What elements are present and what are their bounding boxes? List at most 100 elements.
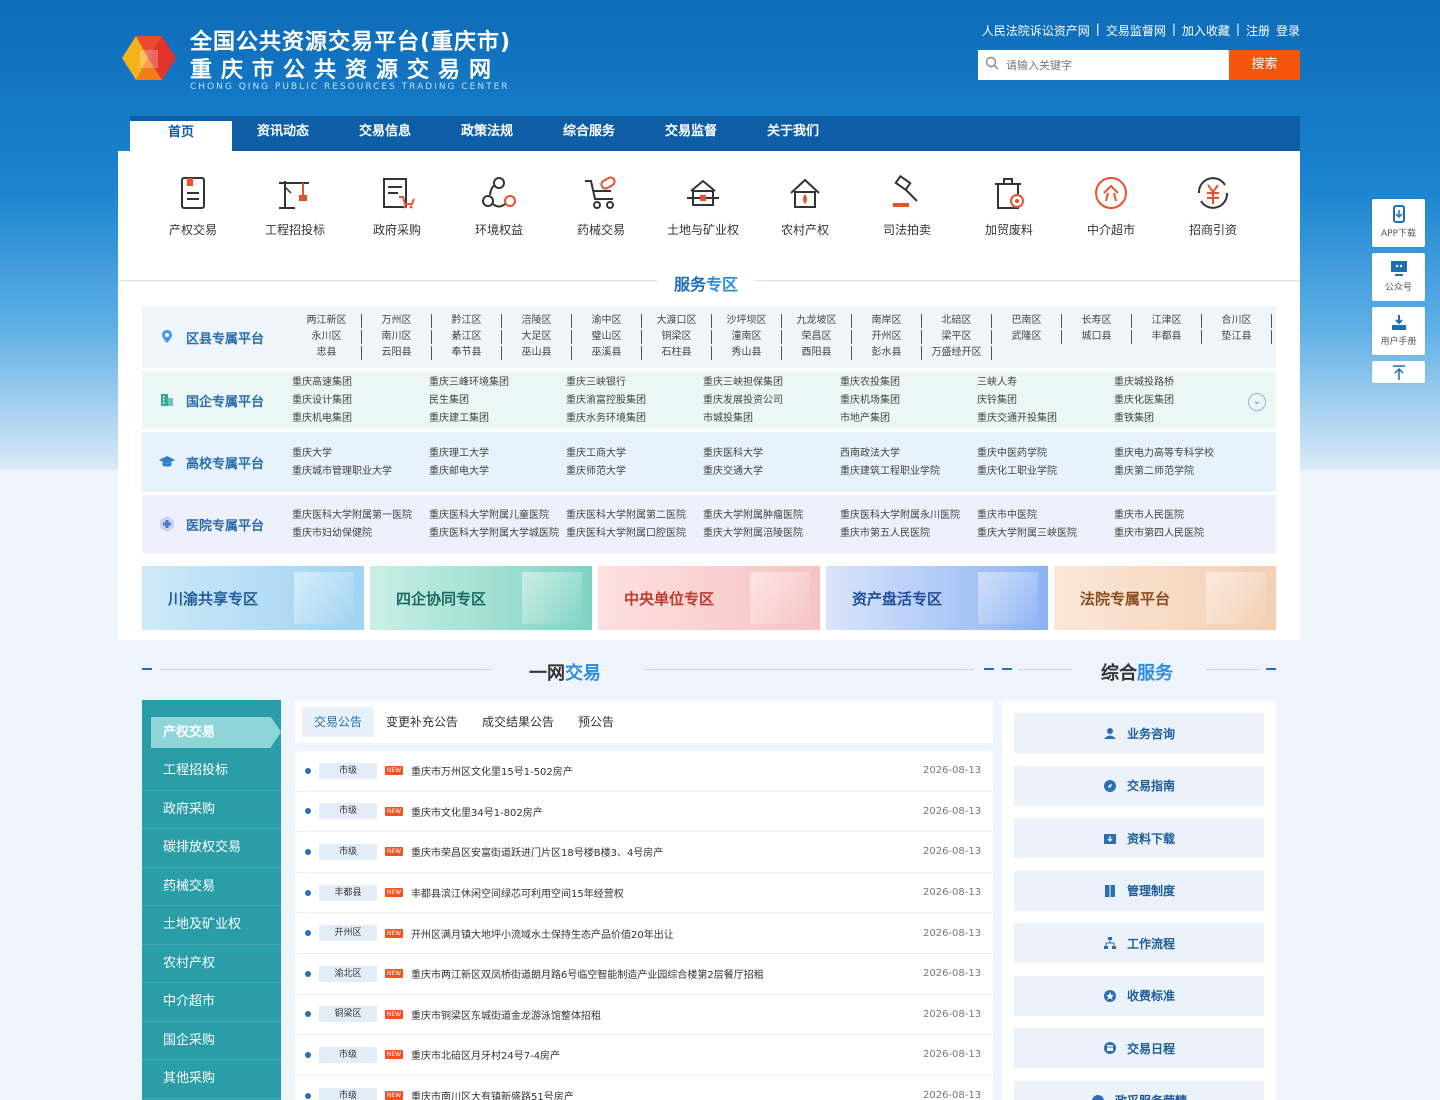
district-link[interactable]: 合川区	[1202, 314, 1272, 328]
nav-item[interactable]: 资讯动态	[232, 116, 334, 151]
trade-menu-item[interactable]: 其他采购	[142, 1060, 281, 1099]
soe-platform-title[interactable]: 国企专属平台	[142, 391, 292, 410]
notice-tab[interactable]: 交易公告	[302, 707, 375, 737]
hospital-link[interactable]: 重庆医科大学附属大学城医院	[429, 526, 566, 541]
soe-link[interactable]: 庆铃集团	[977, 393, 1114, 408]
district-link[interactable]: 忠县	[292, 346, 362, 360]
soe-link[interactable]: 重庆建工集团	[429, 411, 566, 426]
district-link[interactable]: 万州区	[362, 314, 432, 328]
district-link[interactable]: 酉阳县	[782, 346, 852, 360]
trade-menu-item[interactable]: 碳排放权交易	[142, 829, 281, 868]
chevron-down-icon[interactable]: ⌄	[1248, 393, 1266, 411]
notice-row[interactable]: 市级 NEW 重庆市文化里34号1-802房产 2026-08-13	[295, 792, 993, 833]
hospital-link[interactable]: 重庆大学附属涪陵医院	[703, 526, 840, 541]
floating-back-to-top[interactable]	[1372, 361, 1425, 383]
hospital-link[interactable]: 重庆医科大学附属第二医院	[566, 508, 703, 523]
site-logo[interactable]: 全国公共资源交易平台(重庆市) 重庆市公共资源交易网 CHONG QING PU…	[118, 24, 518, 96]
district-link[interactable]: 南川区	[362, 330, 432, 344]
service-button-5[interactable]: 工作流程	[1014, 923, 1264, 963]
soe-link[interactable]: 重铁集团	[1114, 411, 1251, 426]
notice-tab[interactable]: 预公告	[566, 707, 626, 737]
soe-link[interactable]: 重庆农投集团	[840, 375, 977, 390]
trade-menu-item[interactable]: 药械交易	[142, 868, 281, 906]
hospital-link[interactable]: 重庆市人民医院	[1114, 508, 1251, 523]
hospital-link[interactable]: 重庆医科大学附属第一医院	[292, 508, 429, 523]
category-10[interactable]: 中介超市	[1060, 173, 1162, 238]
district-link[interactable]: 大足区	[502, 330, 572, 344]
district-link[interactable]: 九龙坡区	[782, 314, 852, 328]
nav-item[interactable]: 综合服务	[538, 116, 640, 151]
district-link[interactable]: 巫山县	[502, 346, 572, 360]
top-link[interactable]: 交易监督网	[1106, 22, 1166, 39]
hospital-link[interactable]: 重庆大学附属三峡医院	[977, 526, 1114, 541]
zone-banner-4[interactable]: 资产盘活专区	[826, 566, 1048, 630]
district-link[interactable]: 奉节县	[432, 346, 502, 360]
notice-title[interactable]: 重庆市文化里34号1-802房产	[411, 804, 923, 819]
district-link[interactable]: 璧山区	[572, 330, 642, 344]
category-11[interactable]: 招商引资	[1162, 173, 1264, 238]
service-button-2[interactable]: 交易指南	[1014, 765, 1264, 806]
top-link[interactable]: 人民法院诉讼资产网	[982, 22, 1090, 39]
university-link[interactable]: 重庆交通大学	[703, 464, 840, 479]
district-link[interactable]: 江津区	[1132, 314, 1202, 328]
soe-link[interactable]: 重庆高速集团	[292, 375, 429, 390]
district-link[interactable]: 垫江县	[1202, 330, 1272, 344]
university-link[interactable]: 重庆中医药学院	[977, 446, 1114, 461]
floating-phone[interactable]: APP下载	[1372, 199, 1425, 247]
soe-link[interactable]: 重庆水务环境集团	[566, 411, 703, 426]
notice-row[interactable]: 市级 NEW 重庆市万州区文化里15号1-502房产 2026-08-13	[295, 751, 993, 792]
soe-link[interactable]: 重庆交通开投集团	[977, 411, 1114, 426]
trade-menu-item[interactable]: 农村产权	[142, 945, 281, 983]
district-link[interactable]: 渝中区	[572, 314, 642, 328]
notice-title[interactable]: 重庆市南川区大有镇新盛路51号房产	[411, 1088, 923, 1100]
category-7[interactable]: 农村产权	[754, 173, 856, 238]
district-link[interactable]: 綦江区	[432, 330, 502, 344]
notice-title[interactable]: 重庆市荣昌区安富街道跃进门片区18号楼B楼3、4号房产	[411, 844, 923, 859]
university-link[interactable]: 重庆医科大学	[703, 446, 840, 461]
notice-title[interactable]: 丰都县滨江休闲空间绿芯可利用空间15年经营权	[411, 885, 923, 900]
nav-item[interactable]: 首页	[130, 121, 232, 151]
university-link[interactable]: 重庆师范大学	[566, 464, 703, 479]
soe-link[interactable]: 重庆发展投资公司	[703, 393, 840, 408]
soe-link[interactable]: 重庆城投路桥	[1114, 375, 1251, 390]
service-button-1[interactable]: 业务咨询	[1014, 713, 1264, 753]
search-input[interactable]	[1006, 51, 1229, 79]
soe-link[interactable]: 重庆三峰环境集团	[429, 375, 566, 390]
category-8[interactable]: 司法拍卖	[856, 173, 958, 238]
hospital-link[interactable]: 重庆市第四人民医院	[1114, 526, 1251, 541]
district-link[interactable]: 云阳县	[362, 346, 432, 360]
university-link[interactable]: 重庆理工大学	[429, 446, 566, 461]
soe-link[interactable]: 重庆机电集团	[292, 411, 429, 426]
category-6[interactable]: 土地与矿业权	[652, 173, 754, 238]
nav-item[interactable]: 政策法规	[436, 116, 538, 151]
category-1[interactable]: 产权交易	[142, 173, 244, 238]
university-link[interactable]: 重庆邮电大学	[429, 464, 566, 479]
hospital-platform-title[interactable]: 医院专属平台	[142, 515, 292, 534]
district-link[interactable]: 城口县	[1062, 330, 1132, 344]
district-link[interactable]: 铜梁区	[642, 330, 712, 344]
trade-menu-item[interactable]: 土地及矿业权	[142, 906, 281, 945]
notice-title[interactable]: 开州区满月镇大地坪小流域水土保持生态产品价值20年出让	[411, 926, 923, 941]
notice-title[interactable]: 重庆市万州区文化里15号1-502房产	[411, 763, 923, 778]
district-link[interactable]: 巴南区	[992, 314, 1062, 328]
zone-banner-5[interactable]: 法院专属平台	[1054, 566, 1276, 630]
category-4[interactable]: 环境权益	[448, 173, 550, 238]
district-link[interactable]: 武隆区	[992, 330, 1062, 344]
notice-row[interactable]: 市级 NEW 重庆市南川区大有镇新盛路51号房产 2026-08-13	[295, 1076, 993, 1100]
service-button-7[interactable]: 交易日程	[1014, 1028, 1264, 1068]
district-platform-title[interactable]: 区县专属平台	[142, 328, 292, 347]
district-link[interactable]: 万盛经开区	[922, 346, 992, 360]
district-link[interactable]: 沙坪坝区	[712, 314, 782, 328]
university-link[interactable]: 重庆电力高等专科学校	[1114, 446, 1251, 461]
floating-manual[interactable]: 用户手册	[1372, 307, 1425, 355]
soe-link[interactable]: 重庆渝富控股集团	[566, 393, 703, 408]
top-link[interactable]: 登录	[1276, 22, 1300, 39]
district-link[interactable]: 开州区	[852, 330, 922, 344]
soe-link[interactable]: 重庆三峡银行	[566, 375, 703, 390]
university-link[interactable]: 重庆工商大学	[566, 446, 703, 461]
nav-item[interactable]: 交易监督	[640, 116, 742, 151]
notice-tab[interactable]: 成交结果公告	[470, 707, 566, 737]
category-5[interactable]: 药械交易	[550, 173, 652, 238]
university-link[interactable]: 重庆建筑工程职业学院	[840, 464, 977, 479]
district-link[interactable]: 南岸区	[852, 314, 922, 328]
